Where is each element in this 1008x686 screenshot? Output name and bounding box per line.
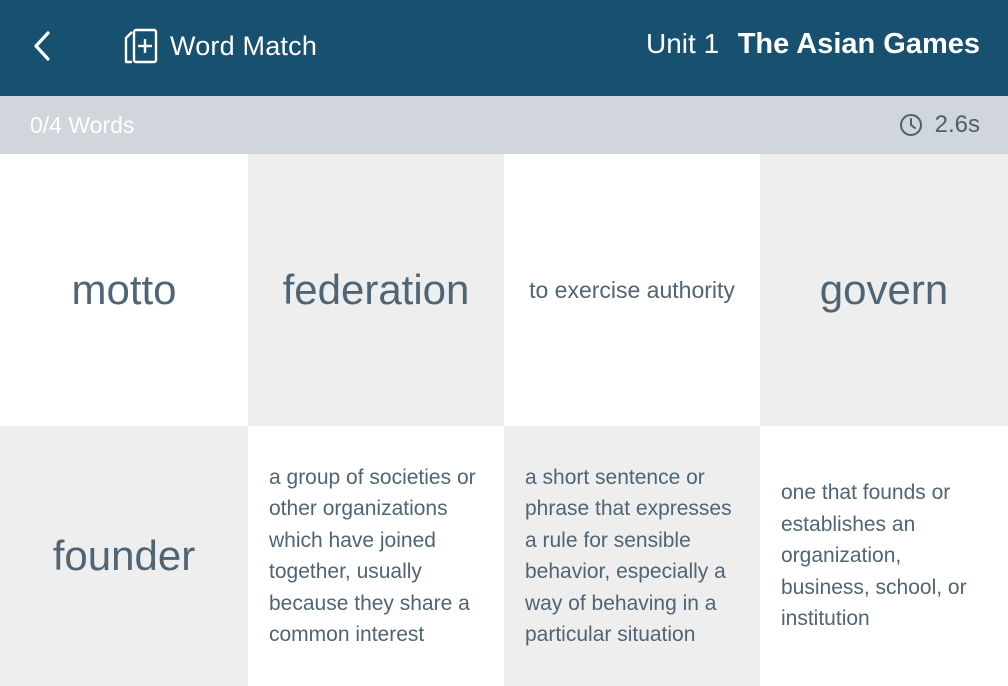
definition-tile-federation[interactable]: a group of societies or other organizati…	[248, 426, 504, 686]
progress-count: 0/4 Words	[30, 112, 135, 138]
app-title: Word Match	[170, 30, 318, 61]
back-button[interactable]	[24, 26, 60, 70]
unit-label: Unit 1	[646, 28, 720, 59]
word-tile-federation[interactable]: federation	[248, 154, 504, 426]
clock-icon	[899, 113, 923, 137]
timer-value: 2.6s	[934, 111, 980, 138]
word-tile-motto[interactable]: motto	[0, 154, 248, 426]
match-grid: motto federation to exercise authority g…	[0, 154, 1008, 686]
definition-text: one that founds or establishes an organi…	[781, 481, 967, 631]
chevron-left-icon	[31, 29, 53, 68]
definition-text: a short sentence or phrase that expresse…	[525, 465, 732, 647]
definition-text: a group of societies or other organizati…	[269, 465, 476, 647]
word-tile-govern[interactable]: govern	[760, 154, 1008, 426]
app-brand: Word Match	[122, 26, 317, 66]
top-bar: Word Match Unit 1 The Asian Games	[0, 0, 1008, 96]
definition-tile-founder[interactable]: one that founds or establishes an organi…	[760, 426, 1008, 686]
status-bar: 0/4 Words 2.6s	[0, 96, 1008, 154]
add-card-icon	[122, 26, 160, 66]
definition-tile-motto[interactable]: a short sentence or phrase that expresse…	[504, 426, 760, 686]
definition-tile-govern[interactable]: to exercise authority	[504, 154, 760, 426]
word-tile-founder[interactable]: founder	[0, 426, 248, 686]
timer: 2.6s	[899, 110, 980, 140]
lesson-title: The Asian Games	[737, 28, 980, 60]
